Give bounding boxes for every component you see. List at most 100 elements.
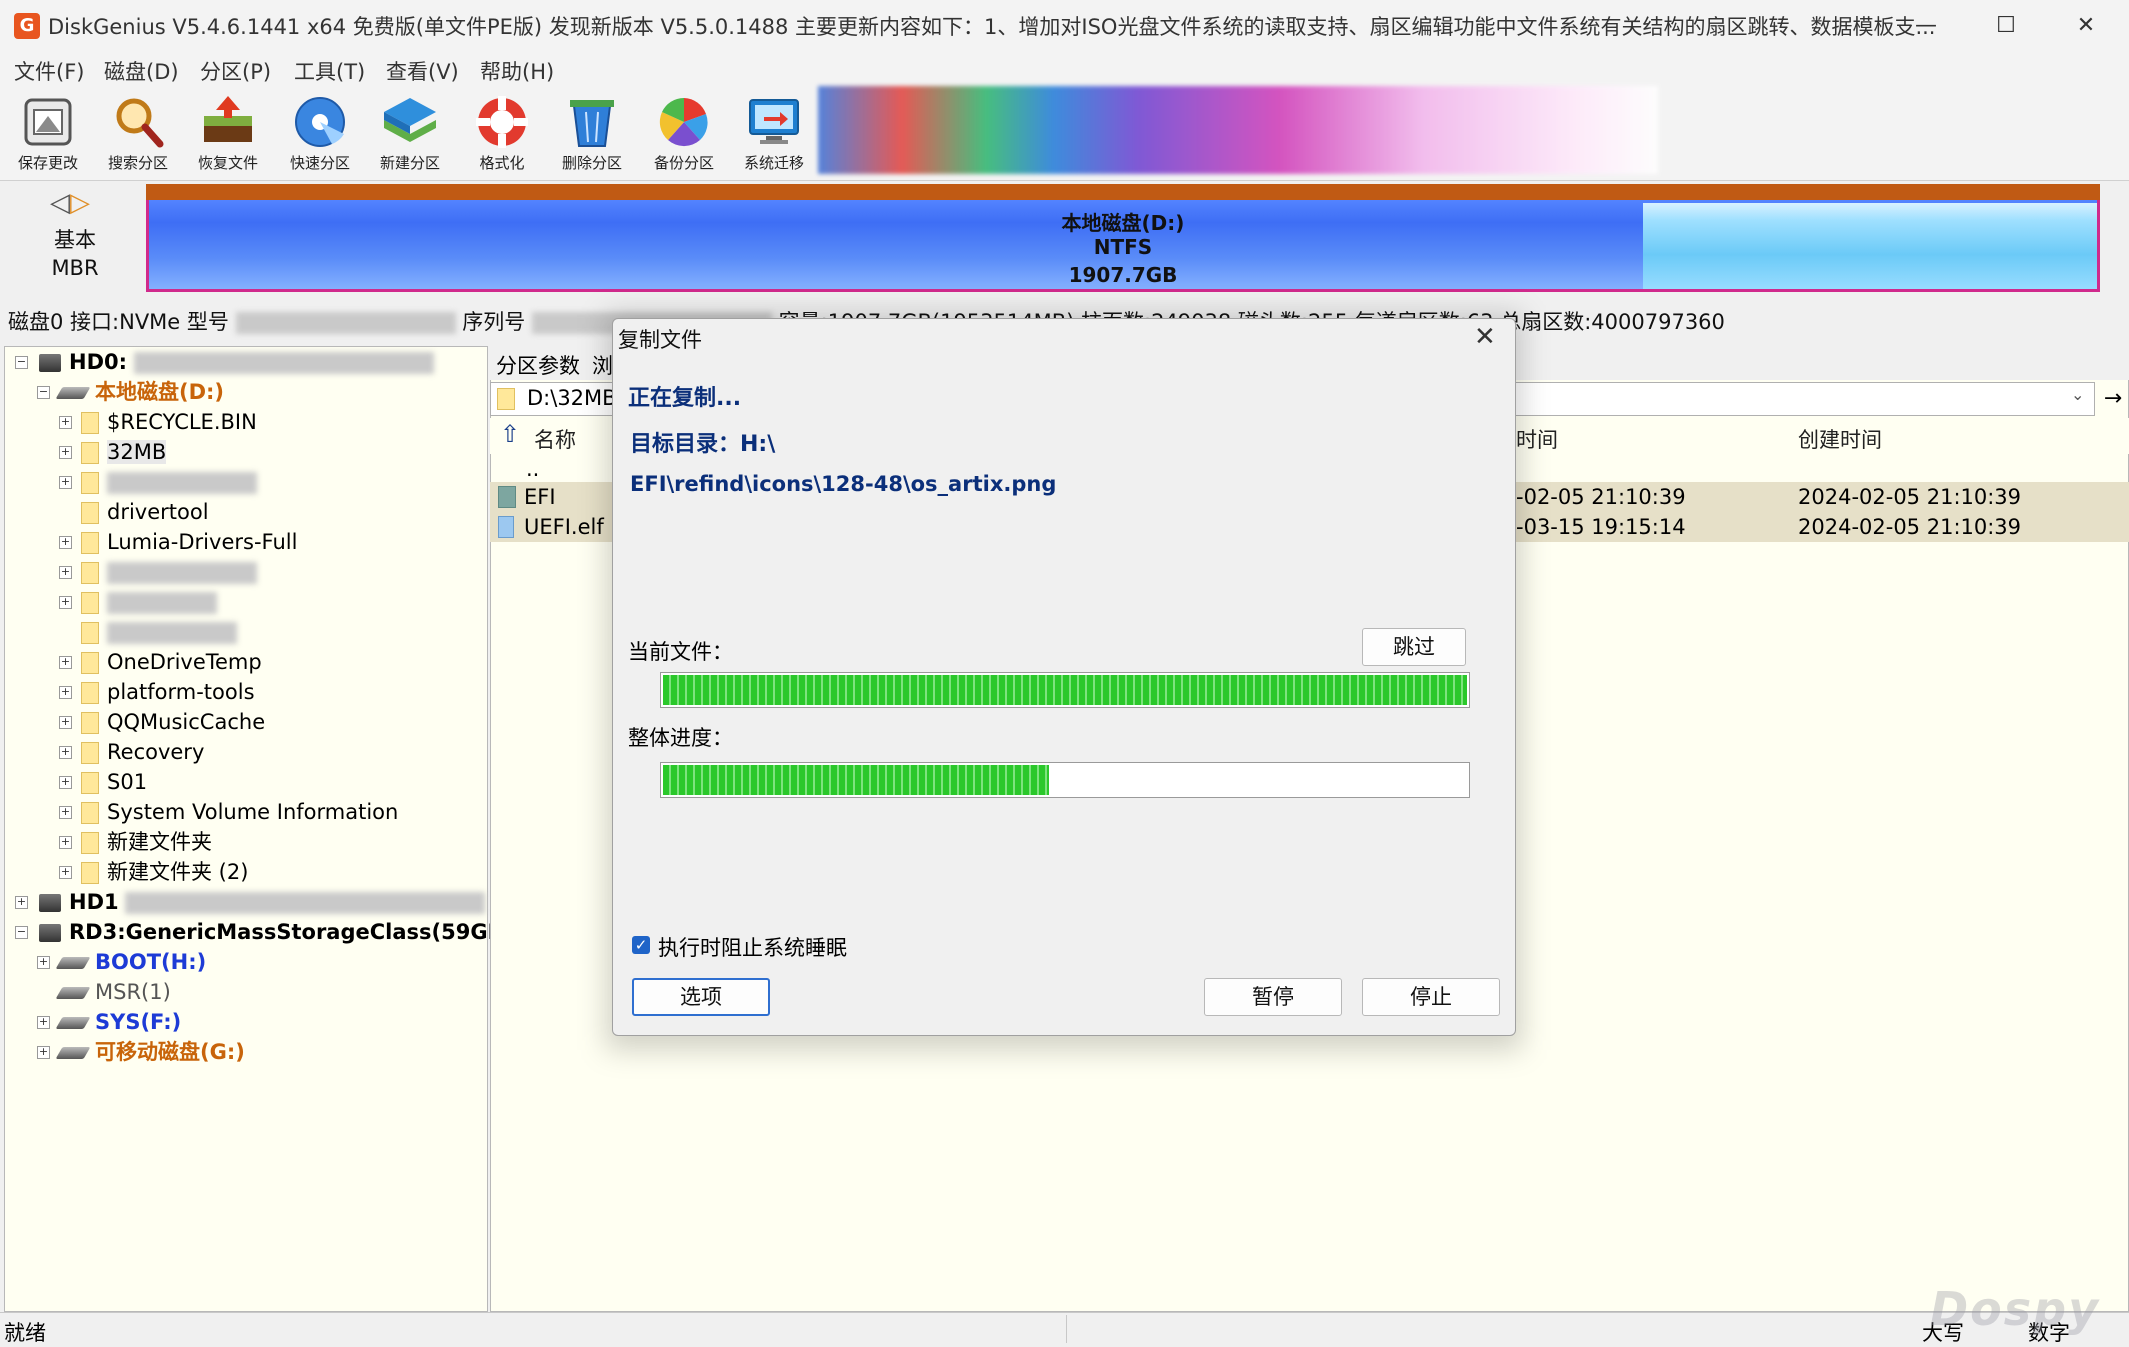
tree-node-boot-h[interactable]: + BOOT(H:) bbox=[37, 947, 206, 977]
tree-label: S01 bbox=[107, 770, 148, 794]
menu-partition[interactable]: 分区(P) bbox=[200, 56, 271, 86]
expand-icon[interactable]: + bbox=[59, 716, 72, 729]
prevent-sleep-checkbox[interactable]: ✓ bbox=[632, 936, 650, 954]
tree-node-folder[interactable]: +32MB bbox=[59, 437, 167, 467]
tree-node-folder[interactable]: + bbox=[59, 557, 257, 587]
tree-label: $RECYCLE.BIN bbox=[107, 410, 257, 434]
go-arrow-icon[interactable]: → bbox=[2098, 382, 2128, 416]
collapse-icon[interactable]: − bbox=[37, 386, 50, 399]
partition-icon bbox=[55, 987, 91, 999]
tree-node-hd1[interactable]: + HD1 bbox=[15, 887, 486, 917]
tree-node-folder[interactable]: + bbox=[59, 587, 217, 617]
tree-node-rd3[interactable]: − RD3:GenericMassStorageClass(59GB) bbox=[15, 917, 513, 947]
recover-files-button[interactable]: 恢复文件 bbox=[184, 92, 272, 176]
toolbar-label: 搜索分区 bbox=[107, 154, 168, 172]
expand-icon[interactable]: + bbox=[59, 446, 72, 459]
options-button[interactable]: 选项 bbox=[632, 978, 770, 1016]
toolbar-label: 格式化 bbox=[479, 154, 525, 172]
quick-partition-icon bbox=[292, 94, 348, 150]
menu-tools[interactable]: 工具(T) bbox=[294, 56, 365, 86]
menu-help[interactable]: 帮助(H) bbox=[480, 56, 554, 86]
expand-icon[interactable]: + bbox=[59, 746, 72, 759]
tree-node-folder[interactable]: + S01 bbox=[59, 767, 147, 797]
new-partition-button[interactable]: 新建分区 bbox=[366, 92, 454, 176]
backup-partition-button[interactable]: 备份分区 bbox=[640, 92, 728, 176]
tree-node-folder[interactable]: + Lumia-Drivers-Full bbox=[59, 527, 297, 557]
menu-file[interactable]: 文件(F) bbox=[14, 56, 84, 86]
expand-icon[interactable]: + bbox=[37, 1016, 50, 1029]
pause-button[interactable]: 暂停 bbox=[1204, 978, 1342, 1016]
ad-banner[interactable] bbox=[818, 86, 1658, 174]
format-button[interactable]: 格式化 bbox=[458, 92, 546, 176]
serial-label: 序列号 bbox=[462, 310, 526, 334]
up-folder-icon[interactable]: ⇧ bbox=[500, 420, 520, 448]
tree-node-folder[interactable]: drivertool bbox=[59, 497, 209, 527]
dialog-close-icon[interactable]: ✕ bbox=[1474, 322, 1496, 352]
expand-icon[interactable]: + bbox=[37, 956, 50, 969]
tree-node-msr[interactable]: MSR(1) bbox=[37, 977, 171, 1007]
expand-icon[interactable]: + bbox=[59, 866, 72, 879]
chevron-down-icon[interactable]: ⌄ bbox=[2071, 385, 2084, 404]
expand-icon[interactable]: + bbox=[59, 476, 72, 489]
tree-node-sys-f[interactable]: + SYS(F:) bbox=[37, 1007, 181, 1037]
expand-icon[interactable]: + bbox=[59, 806, 72, 819]
partition-icon bbox=[55, 1017, 91, 1029]
system-migration-button[interactable]: 系统迁移 bbox=[730, 92, 818, 176]
col-modified-time[interactable]: 时间 bbox=[1516, 424, 1558, 454]
stop-button[interactable]: 停止 bbox=[1362, 978, 1500, 1016]
overall-progress-fill bbox=[663, 765, 1049, 795]
col-name[interactable]: 名称 bbox=[534, 424, 576, 454]
close-button[interactable]: ✕ bbox=[2046, 0, 2126, 52]
tree-node-folder[interactable] bbox=[59, 617, 237, 647]
tree-node-folder[interactable]: + platform-tools bbox=[59, 677, 255, 707]
tree-label: HD0: bbox=[69, 350, 128, 374]
save-changes-button[interactable]: 保存更改 bbox=[4, 92, 92, 176]
hd1-model-redacted bbox=[125, 892, 486, 914]
expand-icon[interactable]: + bbox=[59, 836, 72, 849]
row-name: EFI bbox=[524, 485, 556, 509]
partition-icon bbox=[55, 957, 91, 969]
expand-icon[interactable]: + bbox=[59, 536, 72, 549]
minimize-button[interactable]: — bbox=[1886, 0, 1966, 52]
tree-node-folder[interactable]: + QQMusicCache bbox=[59, 707, 265, 737]
tree-label: 本地磁盘(D:) bbox=[95, 380, 225, 404]
expand-icon[interactable]: + bbox=[59, 656, 72, 669]
expand-icon[interactable]: + bbox=[59, 776, 72, 789]
tree-node-local-d[interactable]: − 本地磁盘(D:) bbox=[37, 377, 224, 407]
nav-right-icon[interactable]: ▷ bbox=[70, 188, 90, 218]
col-created-time[interactable]: 创建时间 bbox=[1798, 424, 1882, 454]
redacted-folder-name bbox=[107, 592, 217, 614]
folder-icon bbox=[81, 622, 99, 644]
maximize-button[interactable]: ☐ bbox=[1966, 0, 2046, 52]
delete-partition-button[interactable]: 删除分区 bbox=[548, 92, 636, 176]
skip-button[interactable]: 跳过 bbox=[1362, 628, 1466, 666]
tree-node-hd0[interactable]: − HD0: bbox=[15, 347, 434, 377]
search-partition-button[interactable]: 搜索分区 bbox=[94, 92, 182, 176]
tree-label: BOOT(H:) bbox=[95, 950, 207, 974]
expand-icon[interactable]: + bbox=[37, 1046, 50, 1059]
disk-tree[interactable]: − HD0: − 本地磁盘(D:) + $RECYCLE.BIN +32MB + dri… bbox=[4, 346, 513, 1312]
expand-icon[interactable]: + bbox=[59, 596, 72, 609]
disk-info-prefix: 磁盘0 接口:NVMe 型号 bbox=[8, 310, 229, 334]
tree-node-folder[interactable]: + bbox=[59, 467, 257, 497]
quick-partition-button[interactable]: 快速分区 bbox=[276, 92, 364, 176]
tab-partition-params[interactable]: 分区参数 bbox=[496, 350, 580, 380]
nav-left-icon[interactable]: ◁ bbox=[50, 188, 70, 218]
menu-view[interactable]: 查看(V) bbox=[386, 56, 459, 86]
tree-node-folder[interactable]: + Recovery bbox=[59, 737, 204, 767]
row-modified: -02-05 21:10:39 bbox=[1516, 485, 1686, 509]
expand-icon[interactable]: + bbox=[15, 896, 28, 909]
collapse-icon[interactable]: − bbox=[15, 926, 28, 939]
tree-node-folder[interactable]: + 新建文件夹 bbox=[59, 827, 212, 857]
collapse-icon[interactable]: − bbox=[15, 356, 28, 369]
tree-node-folder[interactable]: + System Volume Information bbox=[59, 797, 398, 827]
expand-icon[interactable]: + bbox=[59, 686, 72, 699]
expand-icon[interactable]: + bbox=[59, 566, 72, 579]
tree-node-removable-g[interactable]: + 可移动磁盘(G:) bbox=[37, 1037, 245, 1067]
expand-icon[interactable]: + bbox=[59, 416, 72, 429]
folder-icon bbox=[81, 652, 99, 674]
tree-node-folder[interactable]: + OneDriveTemp bbox=[59, 647, 262, 677]
tree-node-folder[interactable]: + 新建文件夹 (2) bbox=[59, 857, 248, 887]
menu-disk[interactable]: 磁盘(D) bbox=[104, 56, 179, 86]
tree-node-folder[interactable]: + $RECYCLE.BIN bbox=[59, 407, 257, 437]
